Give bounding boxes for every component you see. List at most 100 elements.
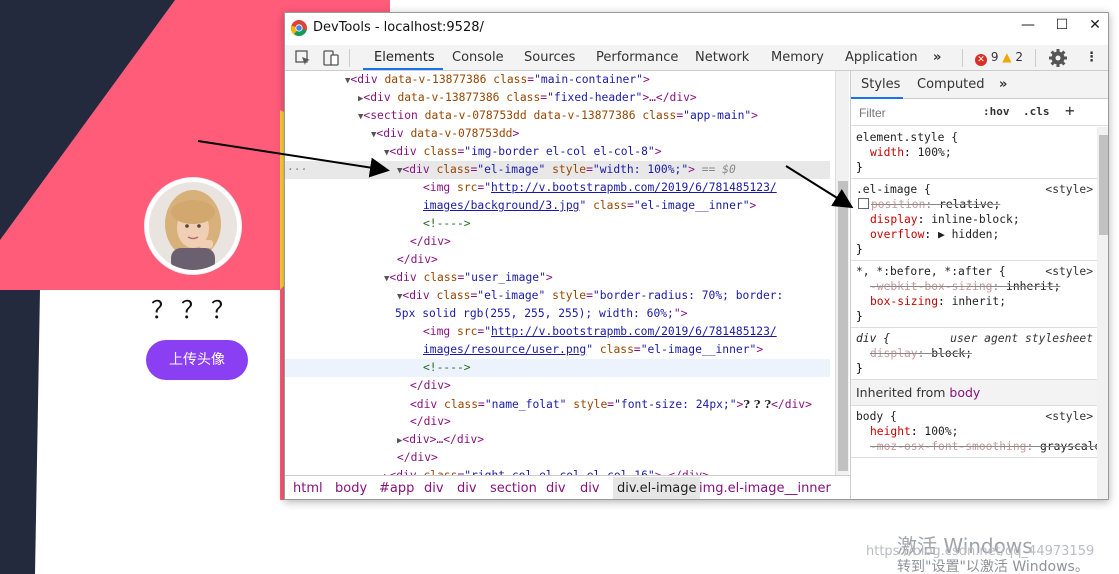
scroll-thumb[interactable] <box>838 181 848 471</box>
settings-gear-icon[interactable] <box>1048 48 1068 68</box>
breadcrumb-item[interactable]: div.el-image <box>613 477 701 499</box>
hover-state-button[interactable]: :hov <box>983 105 1010 118</box>
breadcrumb: html body #app div div section div div div.el-im… <box>285 475 850 499</box>
scroll-thumb[interactable] <box>1099 135 1108 235</box>
style-rule[interactable]: div {user agent stylesheet display: block… <box>851 328 1097 380</box>
more-subtabs-icon[interactable]: » <box>999 77 1007 92</box>
tab-computed[interactable]: Computed <box>917 77 985 92</box>
maximize-icon[interactable]: ☐ <box>1047 17 1077 39</box>
css-property[interactable]: -moz-osx-font-smoothing: grayscale; <box>856 439 1108 454</box>
user-avatar[interactable] <box>145 178 241 274</box>
breadcrumb-item[interactable]: div <box>546 481 566 496</box>
rule-origin: user agent stylesheet <box>950 332 1093 345</box>
toolbar-separator <box>962 49 963 67</box>
rule-origin[interactable]: <style> <box>1045 409 1093 424</box>
css-property[interactable]: display: block; <box>856 346 1092 361</box>
dom-node-row[interactable]: </div> <box>285 251 830 269</box>
chrome-icon <box>291 20 307 36</box>
inherited-from-header: Inherited from body <box>851 380 1097 406</box>
property-checkbox[interactable] <box>858 198 869 209</box>
window-title: DevTools - localhost:9528/ <box>313 20 484 35</box>
style-rule[interactable]: .el-image {<style> position: relative; dis… <box>851 179 1097 261</box>
tab-elements[interactable]: Elements <box>374 50 435 65</box>
dom-node-row[interactable]: ▼<div data-v-078753dd> <box>285 125 830 143</box>
dom-node-row[interactable]: ▼<div class="img-border el-col el-col-8"… <box>285 143 830 161</box>
dom-node-row[interactable]: ▼<div class="el-image" style="border-rad… <box>285 287 830 305</box>
dom-node-row[interactable]: ▶<div>…</div> <box>285 431 830 449</box>
css-property[interactable]: display: inline-block; <box>856 212 1092 227</box>
css-property[interactable]: position: relative; <box>856 197 1092 212</box>
issue-counter[interactable]: ✕ 9 ▲ 2 <box>975 50 1023 66</box>
dom-node-row[interactable]: </div> <box>285 449 830 467</box>
dom-node-row[interactable]: <img src="http://v.bootstrapmb.com/2019/… <box>285 323 830 341</box>
breadcrumb-item[interactable]: div <box>580 481 600 496</box>
breadcrumb-item[interactable]: img.el-image__inner <box>699 481 831 496</box>
device-toolbar-icon[interactable] <box>321 48 341 68</box>
inherited-element-link[interactable]: body <box>949 385 980 400</box>
css-property[interactable]: width: 100%; <box>856 145 1092 160</box>
css-property[interactable]: overflow: ▶ hidden; <box>856 227 1092 242</box>
dom-node-row[interactable]: images/resource/user.png" class="el-imag… <box>285 341 830 359</box>
dom-node-row[interactable]: ▼<div data-v-13877386 class="main-contai… <box>285 71 830 89</box>
toolbar-separator <box>349 49 350 67</box>
tab-sources[interactable]: Sources <box>524 50 575 65</box>
dom-node-row[interactable]: 5px solid rgb(255, 255, 255); width: 60%… <box>285 305 830 323</box>
breadcrumb-item[interactable]: #app <box>379 481 414 496</box>
breadcrumb-item[interactable]: div <box>457 481 477 496</box>
style-rule[interactable]: element.style {width: 100%;} <box>851 127 1097 179</box>
new-style-rule-button[interactable]: + <box>1065 101 1075 120</box>
tab-application[interactable]: Application <box>845 50 918 65</box>
styles-filter-bar: :hov .cls + <box>851 100 1108 126</box>
dom-node-row[interactable]: <!----> <box>285 215 830 233</box>
dom-node-row[interactable]: <div class="name_folat" style="font-size… <box>285 395 830 413</box>
error-icon: ✕ <box>975 54 987 66</box>
rule-origin[interactable]: <style> <box>1045 182 1093 197</box>
dom-node-row[interactable]: </div> <box>285 233 830 251</box>
style-rule[interactable]: body {<style> height: 100%; -moz-osx-font-… <box>851 406 1108 458</box>
kebab-menu-icon[interactable]: ⋮ <box>1085 50 1098 65</box>
devtools-tab-bar: Elements Console Sources Performance Net… <box>285 45 1108 71</box>
dom-node-row[interactable]: </div> <box>285 377 830 395</box>
active-subtab-indicator <box>851 97 903 99</box>
css-property[interactable]: box-sizing: inherit; <box>856 294 1092 309</box>
elements-scrollbar[interactable] <box>835 71 849 475</box>
dom-node-row[interactable]: ▼<section data-v-078753dd data-v-1387738… <box>285 107 830 125</box>
dom-node-row[interactable]: </div> <box>285 413 830 431</box>
breadcrumb-item[interactable]: section <box>490 481 537 496</box>
tab-memory[interactable]: Memory <box>771 50 824 65</box>
error-count: 9 <box>990 50 999 64</box>
toolbar-separator <box>1035 49 1036 67</box>
dom-node-row[interactable]: ··· ▼<div class="el-image" style="width: … <box>285 161 830 179</box>
elements-tree[interactable]: ▼<div data-v-13877386 class="main-contai… <box>285 71 835 475</box>
rule-selector[interactable]: element.style { <box>856 130 1092 145</box>
more-tabs-icon[interactable]: » <box>933 50 941 65</box>
close-icon[interactable]: ✕ <box>1080 17 1108 39</box>
upload-avatar-button[interactable]: 上传头像 <box>146 340 248 380</box>
styles-filter-input[interactable] <box>855 103 973 123</box>
inspect-element-icon[interactable] <box>293 48 313 68</box>
warning-icon: ▲ <box>1002 50 1012 64</box>
breadcrumb-item[interactable]: div <box>424 481 444 496</box>
rule-origin[interactable]: <style> <box>1045 264 1093 279</box>
tab-network[interactable]: Network <box>695 50 749 65</box>
devtools-window: DevTools - localhost:9528/ — ☐ ✕ Element… <box>284 12 1109 500</box>
minimize-icon[interactable]: — <box>1013 17 1043 39</box>
avatar-image <box>149 182 237 270</box>
dom-node-row[interactable]: ▼<div class="user_image"> <box>285 269 830 287</box>
breadcrumb-item[interactable]: body <box>335 481 367 496</box>
tab-console[interactable]: Console <box>452 50 504 65</box>
css-property[interactable]: height: 100%; <box>856 424 1092 439</box>
styles-scrollbar[interactable] <box>1097 127 1108 499</box>
tab-performance[interactable]: Performance <box>596 50 678 65</box>
dom-node-row[interactable]: images/background/3.jpg" class="el-image… <box>285 197 830 215</box>
css-property[interactable]: -webkit-box-sizing: inherit; <box>856 279 1092 294</box>
class-toggle-button[interactable]: .cls <box>1023 105 1050 118</box>
dom-node-row[interactable]: <!----> <box>285 359 830 377</box>
dom-node-row[interactable]: <img src="http://v.bootstrapmb.com/2019/… <box>285 179 830 197</box>
dom-node-row[interactable]: ▶<div data-v-13877386 class="fixed-heade… <box>285 89 830 107</box>
breadcrumb-item[interactable]: html <box>293 481 323 496</box>
title-bar[interactable]: DevTools - localhost:9528/ — ☐ ✕ <box>285 13 1108 43</box>
tab-styles[interactable]: Styles <box>861 77 900 92</box>
dom-node-row[interactable]: ▶<div class="right-col el-col el-col-16"… <box>285 467 830 475</box>
style-rule[interactable]: *, *:before, *:after {<style> -webkit-box… <box>851 261 1097 328</box>
